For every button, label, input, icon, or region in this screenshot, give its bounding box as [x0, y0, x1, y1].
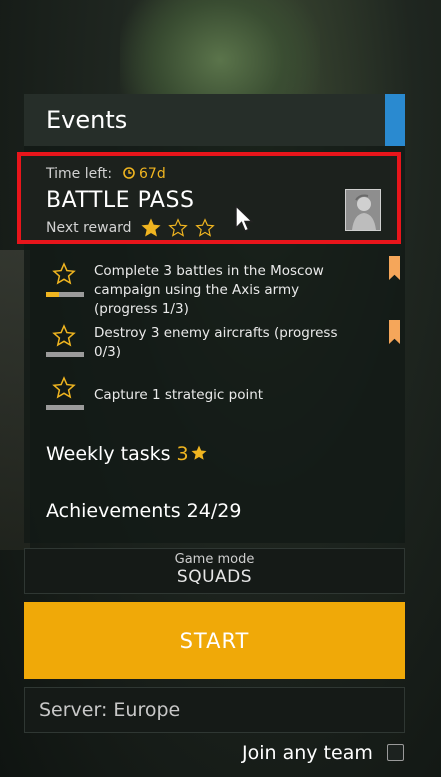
- battle-pass-card[interactable]: Time left: 67d BATTLE PASS Next reward: [17, 152, 401, 244]
- reward-avatar-icon[interactable]: [345, 189, 381, 231]
- star-outline-icon: [195, 217, 215, 237]
- star-outline-icon: [52, 262, 76, 285]
- task-item[interactable]: Capture 1 strategic point: [46, 376, 401, 412]
- events-title: Events: [46, 106, 128, 134]
- time-left-value: 67d: [139, 166, 166, 182]
- game-mode-label: Game mode: [174, 552, 255, 567]
- star-outline-icon: [52, 324, 76, 347]
- task-progress-bar: [46, 405, 84, 410]
- weekly-tasks-count: 3: [176, 443, 189, 465]
- timer: 67d: [122, 166, 166, 182]
- task-bookmark-icon: [389, 256, 400, 280]
- join-any-team-label: Join any team: [242, 742, 373, 764]
- task-item[interactable]: Destroy 3 enemy aircrafts (progress 0/3): [46, 320, 401, 364]
- achievements[interactable]: Achievements 24/29: [46, 500, 241, 522]
- star-filled-icon: [141, 217, 161, 237]
- task-text: Complete 3 battles in the Moscow campaig…: [94, 263, 324, 317]
- game-mode-selector[interactable]: Game mode SQUADS: [24, 548, 405, 594]
- task-progress-bar: [46, 292, 84, 297]
- task-progress-bar: [46, 352, 84, 357]
- task-text: Destroy 3 enemy aircrafts (progress 0/3): [94, 325, 338, 360]
- reward-stars: [141, 217, 217, 238]
- game-mode-value: SQUADS: [176, 567, 253, 587]
- task-item[interactable]: Complete 3 battles in the Moscow campaig…: [46, 256, 401, 317]
- events-header: Events: [24, 94, 405, 146]
- task-progress-fill: [46, 292, 59, 297]
- clock-icon: [122, 167, 135, 179]
- mouse-cursor-icon: [235, 204, 254, 232]
- events-accent-bar: [385, 94, 405, 146]
- weekly-tasks-label: Weekly tasks: [46, 443, 171, 465]
- weekly-tasks[interactable]: Weekly tasks 3: [46, 443, 208, 465]
- time-left: Time left: 67d: [46, 166, 166, 182]
- time-left-label: Time left:: [46, 166, 113, 182]
- battle-pass-title: BATTLE PASS: [46, 188, 195, 213]
- star-outline-icon: [168, 217, 188, 237]
- server-selector[interactable]: Server: Europe: [24, 687, 405, 733]
- start-button[interactable]: START: [24, 602, 405, 679]
- next-reward-label: Next reward: [46, 220, 132, 236]
- task-text: Capture 1 strategic point: [94, 387, 264, 403]
- task-bookmark-icon: [389, 320, 400, 344]
- join-any-team-checkbox[interactable]: [387, 744, 404, 761]
- star-filled-icon: [191, 445, 207, 460]
- star-outline-icon: [52, 376, 76, 399]
